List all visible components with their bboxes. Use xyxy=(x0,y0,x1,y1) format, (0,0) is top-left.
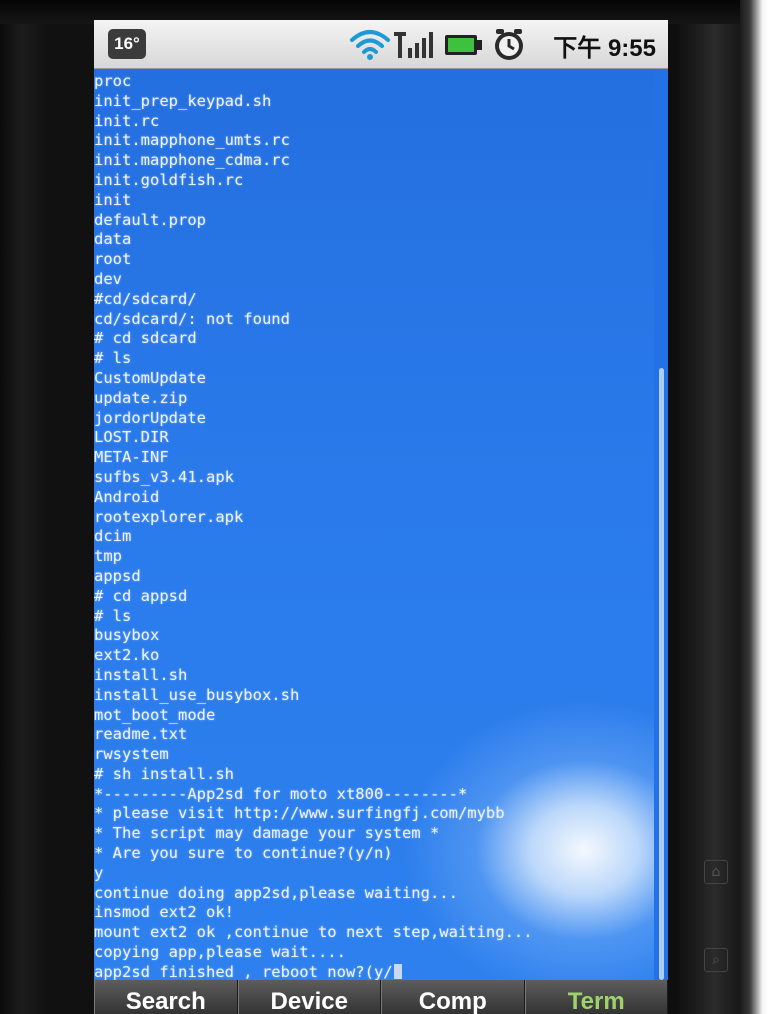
terminal-line: copying app,please wait.... xyxy=(94,943,346,962)
terminal-line: init.mapphone_cdma.rc xyxy=(94,151,290,170)
signal-icon xyxy=(394,32,433,58)
terminal-line: mount ext2 ok ,continue to next step,wai… xyxy=(94,923,533,942)
terminal-output[interactable]: proc init_prep_keypad.sh init.rc init.ma… xyxy=(94,70,654,983)
terminal-line: tmp xyxy=(94,547,122,566)
terminal-line: data xyxy=(94,230,132,249)
phone-screen: 16° 下午 9:55 proc init_prep_keypad.sh ini… xyxy=(94,20,668,1014)
terminal-line: init xyxy=(94,190,132,209)
battery-icon xyxy=(445,35,482,55)
terminal-line: ext2.ko xyxy=(94,646,160,665)
terminal-line: META-INF xyxy=(94,448,169,467)
terminal-line: init.mapphone_umts.rc xyxy=(94,131,290,150)
status-bar: 16° 下午 9:55 xyxy=(94,20,668,69)
hardware-search-key-icon[interactable]: ⌕ xyxy=(704,948,728,972)
alarm-icon xyxy=(495,29,523,60)
terminal-line: cd/sdcard/: not found xyxy=(94,309,290,328)
terminal-line: y xyxy=(94,863,104,882)
terminal-line: # cd appsd xyxy=(94,586,188,605)
terminal-line: install_use_busybox.sh xyxy=(94,685,300,704)
terminal-line: readme.txt xyxy=(94,725,188,744)
hardware-home-key-icon[interactable]: ⌂ xyxy=(704,860,728,884)
terminal-line: continue doing app2sd,please waiting... xyxy=(94,883,458,902)
device-button[interactable]: Device xyxy=(237,980,381,1014)
terminal-line: root xyxy=(94,250,132,269)
comp-button[interactable]: Comp xyxy=(381,980,525,1014)
status-clock: 下午 9:55 xyxy=(553,35,656,62)
terminal-line: # ls xyxy=(94,349,132,368)
terminal-line: LOST.DIR xyxy=(94,428,169,447)
terminal-line: sufbs_v3.41.apk xyxy=(94,467,234,486)
terminal-line: * Are you sure to continue?(y/n) xyxy=(94,844,393,863)
terminal-line: dev xyxy=(94,269,122,288)
phone-side-edge xyxy=(740,0,768,1014)
wifi-icon xyxy=(350,30,390,60)
terminal-scrollbar[interactable] xyxy=(659,368,664,980)
terminal-line: CustomUpdate xyxy=(94,368,206,387)
search-button[interactable]: Search xyxy=(94,980,238,1014)
terminal-line: dcim xyxy=(94,527,132,546)
text-cursor xyxy=(393,963,402,979)
softkey-bar: Search Device Comp Term xyxy=(94,980,668,1014)
terminal-line: rwsystem xyxy=(94,745,169,764)
terminal-line: # cd sdcard xyxy=(94,329,197,348)
terminal-line: init.rc xyxy=(94,111,160,130)
terminal-line: Android xyxy=(94,487,160,506)
terminal-line: default.prop xyxy=(94,210,206,229)
term-button[interactable]: Term xyxy=(524,980,668,1014)
terminal-line: jordorUpdate xyxy=(94,408,206,427)
terminal-line: update.zip xyxy=(94,388,188,407)
terminal-line: proc xyxy=(94,72,132,90)
temperature-badge: 16° xyxy=(108,29,146,59)
terminal-line: # sh install.sh xyxy=(94,764,234,783)
terminal-line: init_prep_keypad.sh xyxy=(94,91,272,110)
terminal-line: install.sh xyxy=(94,665,188,684)
terminal-line: rootexplorer.apk xyxy=(94,507,244,526)
terminal-prompt-text: app2sd finished , reboot now?(y/ xyxy=(94,962,393,981)
terminal-line: appsd xyxy=(94,566,141,585)
terminal-lines: proc init_prep_keypad.sh init.rc init.ma… xyxy=(94,72,533,983)
terminal-line: init.goldfish.rc xyxy=(94,170,244,189)
terminal-line: # ls xyxy=(94,606,132,625)
terminal-line: insmod ext2 ok! xyxy=(94,903,234,922)
terminal-line: * please visit http://www.surfingfj.com/… xyxy=(94,804,505,823)
terminal-line: mot_boot_mode xyxy=(94,705,216,724)
terminal-line: busybox xyxy=(94,626,160,645)
terminal-line: #cd/sdcard/ xyxy=(94,289,197,308)
terminal-line: * The script may damage your system * xyxy=(94,824,440,843)
terminal-line: *---------App2sd for moto xt800--------* xyxy=(94,784,468,803)
